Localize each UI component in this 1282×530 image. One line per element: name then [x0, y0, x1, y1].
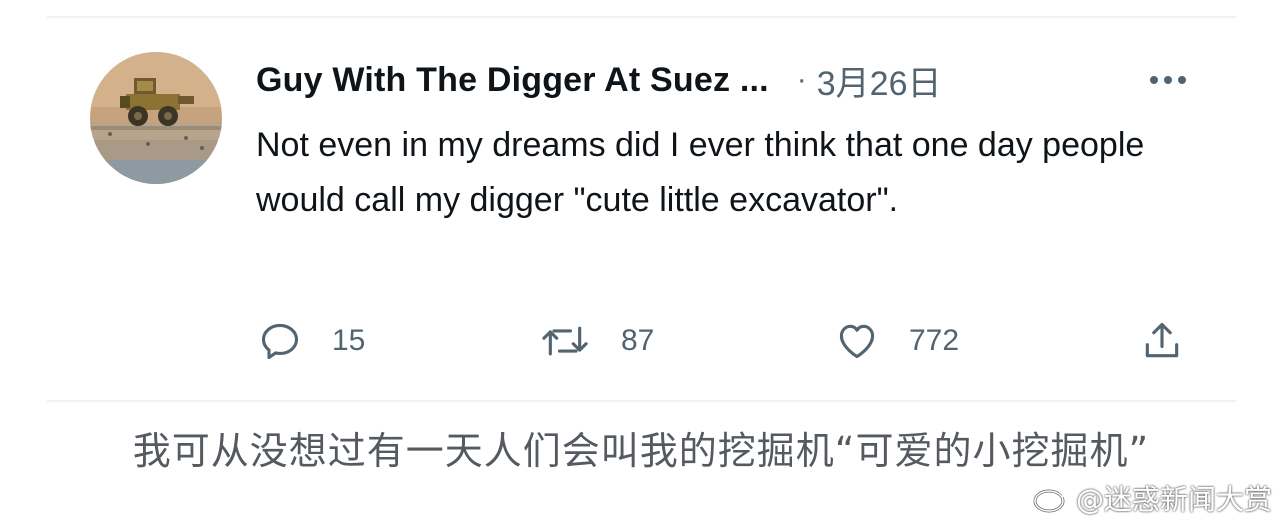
share-icon	[1145, 322, 1179, 358]
header-separator: ·	[796, 63, 807, 96]
retweet-button[interactable]: 87	[539, 316, 654, 366]
reply-count: 15	[332, 324, 366, 357]
like-count: 772	[909, 324, 960, 357]
more-options-button[interactable]	[1142, 62, 1194, 98]
excavator-avatar-icon	[90, 52, 222, 184]
reply-icon	[261, 323, 299, 360]
tweet-header: Guy With The Digger At Suez ... · 3月26日	[256, 56, 942, 105]
weibo-logo-icon	[1033, 487, 1068, 513]
tweet-text: Not even in my dreams did I ever think t…	[256, 126, 1145, 219]
author-avatar[interactable]	[90, 52, 222, 184]
watermark-text: @迷惑新闻大赏	[1075, 483, 1272, 516]
post-date[interactable]: 3月26日	[817, 56, 942, 105]
bottom-divider	[47, 400, 1236, 402]
chinese-caption: 我可从没想过有一天人们会叫我的挖掘机“可爱的小挖掘机”	[132, 429, 1150, 473]
share-button[interactable]	[1140, 316, 1184, 366]
more-dots-icon	[1150, 76, 1186, 84]
weibo-watermark: @迷惑新闻大赏	[1032, 478, 1272, 518]
author-name[interactable]: Guy With The Digger At Suez ...	[256, 61, 769, 100]
retweet-icon	[542, 326, 588, 356]
reply-button[interactable]: 15	[258, 316, 365, 366]
heart-icon	[839, 324, 875, 359]
like-button[interactable]: 772	[835, 316, 959, 366]
tweet-actions: 15 87 772	[0, 316, 1282, 366]
retweet-count: 87	[621, 324, 655, 357]
top-divider	[47, 16, 1236, 18]
